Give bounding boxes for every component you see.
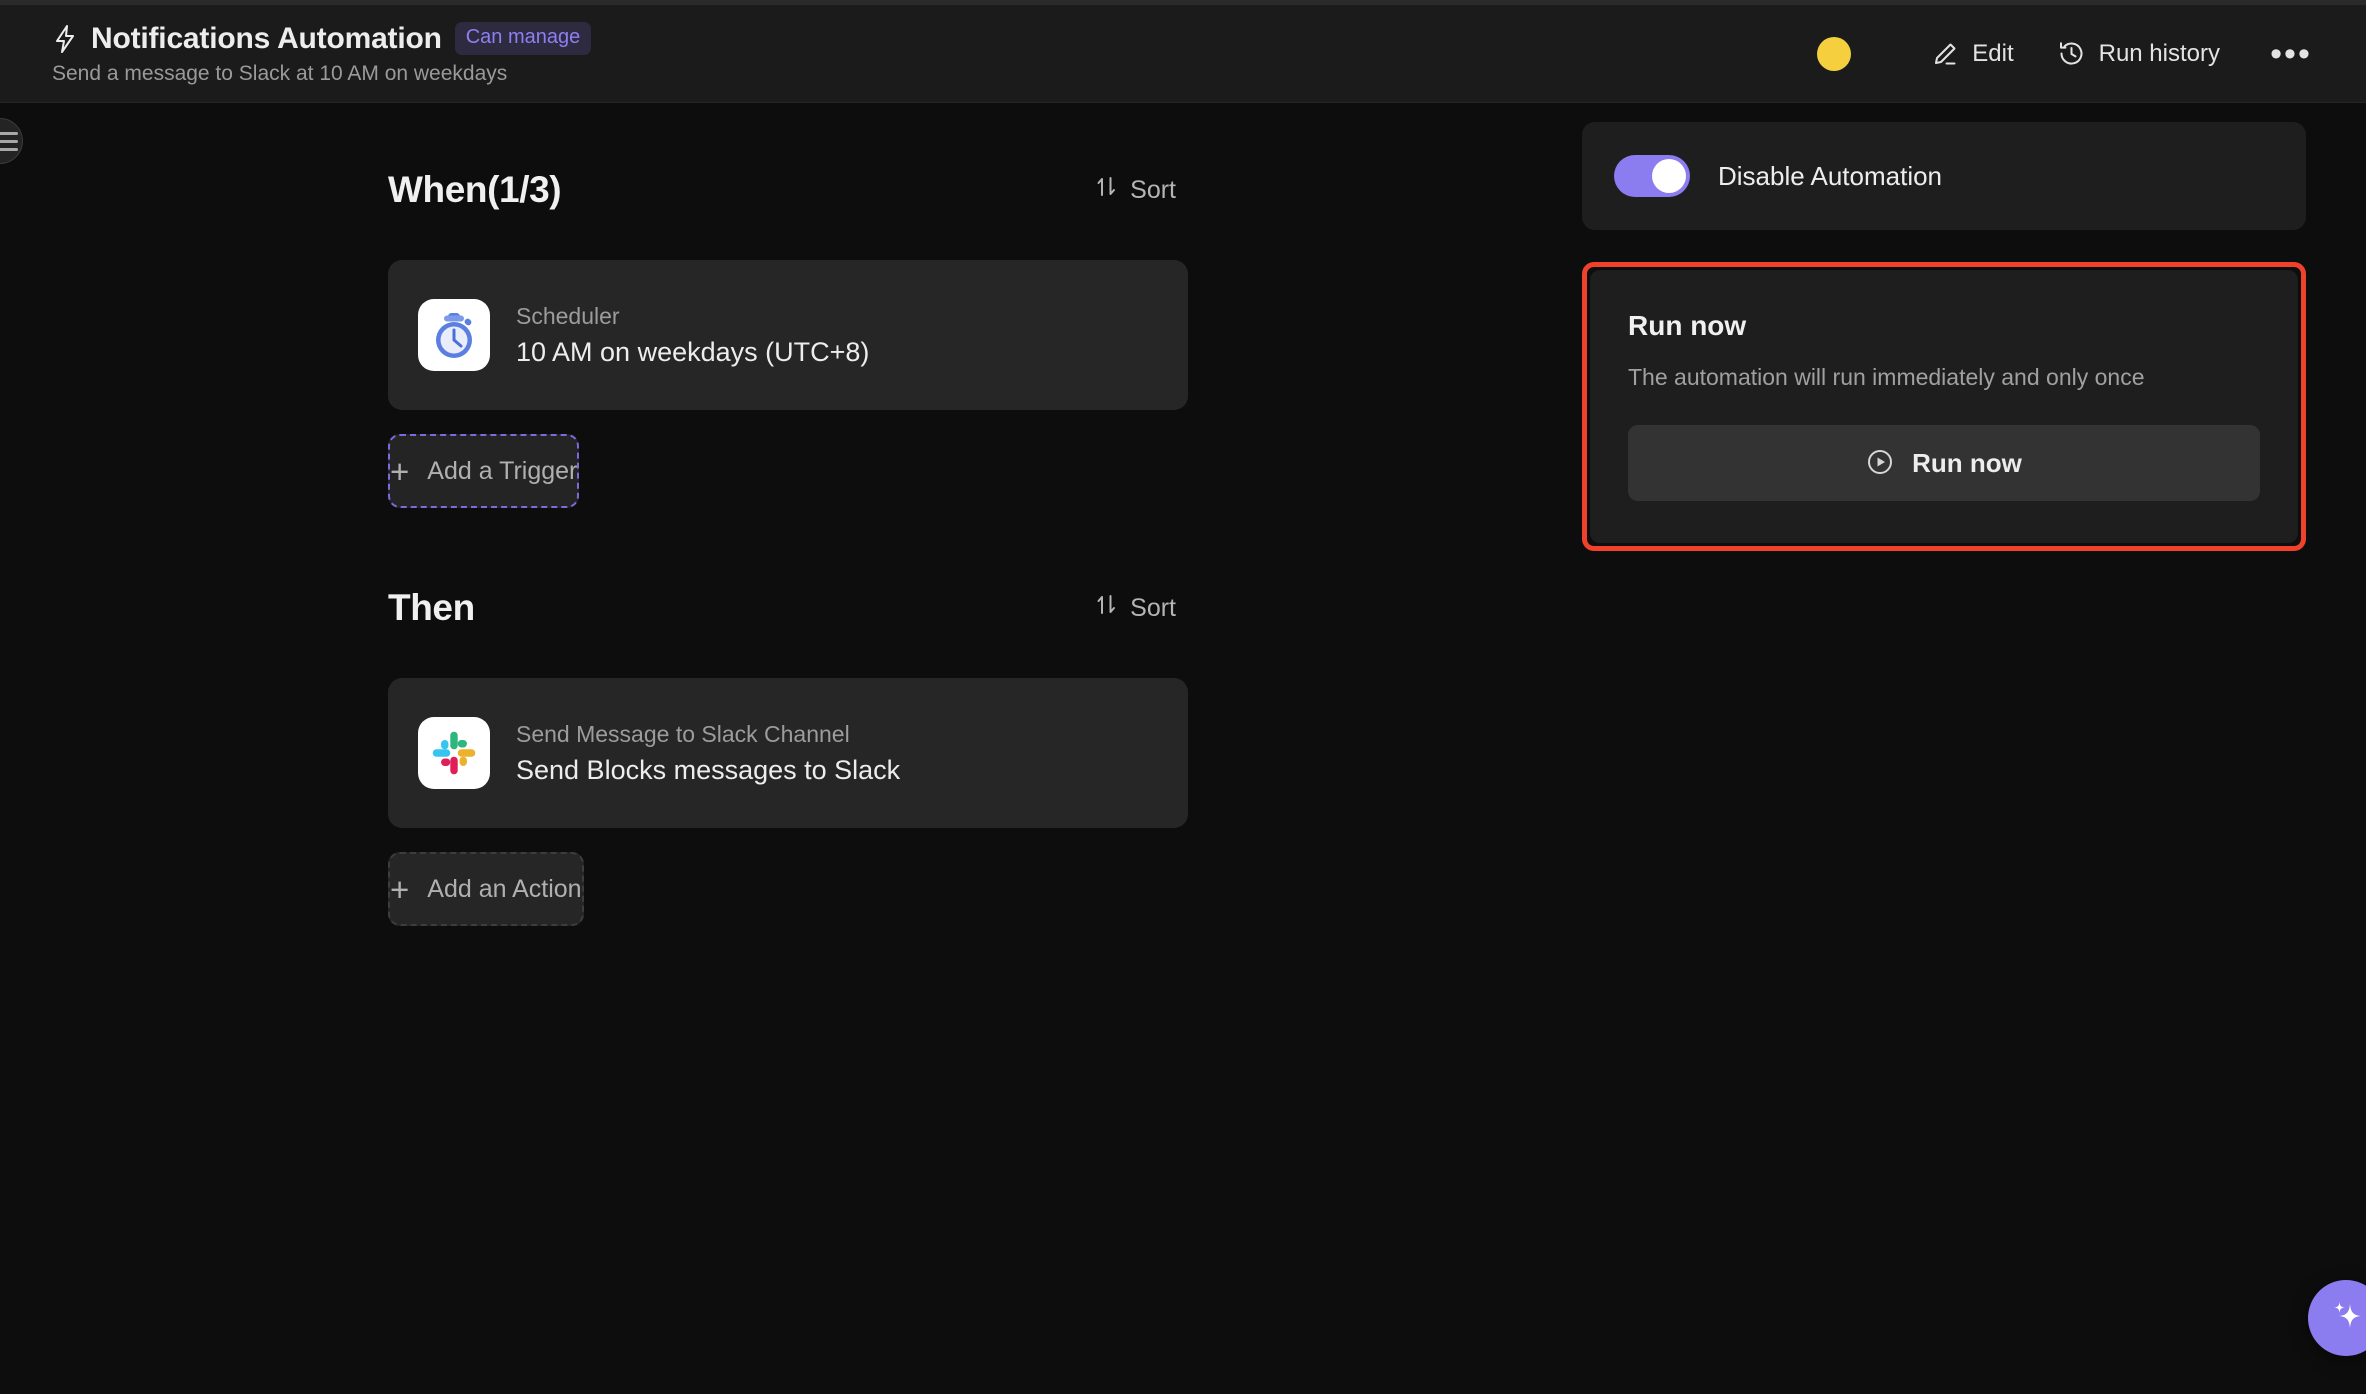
bolt-icon [52, 24, 78, 54]
title-row: Notifications Automation Can manage [52, 21, 592, 56]
more-options-icon: ••• [2270, 34, 2312, 73]
then-sort-label: Sort [1130, 593, 1176, 622]
action-app-name: Send Message to Slack Channel [516, 720, 850, 747]
then-section: Then Sort Send Message to Slack Channel … [388, 578, 1188, 926]
run-history-button-label: Run history [2098, 39, 2220, 67]
edit-button[interactable]: Edit [1909, 30, 2035, 78]
then-section-title: Then [388, 587, 475, 628]
stopwatch-icon [418, 299, 490, 371]
status-indicator-dot[interactable] [1817, 36, 1852, 71]
disable-automation-toggle[interactable] [1614, 155, 1690, 197]
toggle-knob [1652, 159, 1686, 193]
ai-assistant-button[interactable] [2308, 1280, 2366, 1356]
more-options-button[interactable]: ••• [2264, 30, 2318, 78]
play-circle-icon [1866, 448, 1894, 479]
sort-arrows-icon [1094, 592, 1119, 624]
sort-arrows-icon [1094, 174, 1119, 206]
plus-icon: + [390, 870, 410, 908]
page-subtitle: Send a message to Slack at 10 AM on week… [52, 61, 508, 85]
sparkle-icon [2325, 1295, 2366, 1342]
when-sort-button[interactable]: Sort [1084, 168, 1186, 212]
plus-icon: + [390, 452, 410, 490]
run-now-title: Run now [1628, 310, 1747, 341]
action-description: Send Blocks messages to Slack [516, 754, 901, 785]
when-section: When(1/3) Sort Scheduler 10 AM on weekda… [388, 160, 1188, 508]
header-actions: Edit Run history ••• [1817, 30, 2318, 78]
when-sort-label: Sort [1130, 175, 1176, 204]
then-section-header: Then Sort [388, 578, 1188, 638]
page-header: Notifications Automation Can manage Send… [0, 5, 2366, 103]
trigger-description: 10 AM on weekdays (UTC+8) [516, 336, 870, 367]
run-now-highlight-box: Run now The automation will run immediat… [1582, 262, 2306, 551]
automation-flow-column: When(1/3) Sort Scheduler 10 AM on weekda… [388, 160, 1188, 926]
run-now-description: The automation will run immediately and … [1628, 364, 2145, 390]
permission-badge: Can manage [454, 22, 592, 55]
run-now-button-label: Run now [1912, 447, 2022, 478]
disable-automation-card: Disable Automation [1582, 122, 2306, 230]
page-title: Notifications Automation [91, 21, 442, 55]
edit-button-label: Edit [1972, 39, 2014, 67]
action-node-card[interactable]: Send Message to Slack Channel Send Block… [388, 678, 1188, 828]
right-settings-panel: Disable Automation Run now The automatio… [1582, 122, 2306, 551]
add-action-label: Add an Action [427, 874, 582, 903]
then-sort-button[interactable]: Sort [1084, 586, 1186, 630]
slack-icon [418, 717, 490, 789]
run-history-button[interactable]: Run history [2036, 30, 2242, 78]
hamburger-icon-line [0, 139, 18, 143]
trigger-node-text: Scheduler 10 AM on weekdays (UTC+8) [516, 303, 869, 368]
add-trigger-label: Add a Trigger [427, 456, 578, 485]
run-now-card: Run now The automation will run immediat… [1590, 270, 2298, 543]
hamburger-icon-line [0, 131, 18, 135]
history-clock-icon [2058, 40, 2085, 67]
trigger-node-card[interactable]: Scheduler 10 AM on weekdays (UTC+8) [388, 260, 1188, 410]
action-node-text: Send Message to Slack Channel Send Block… [516, 721, 900, 786]
disable-automation-label: Disable Automation [1718, 160, 1943, 191]
automation-detail-page: Notifications Automation Can manage Send… [0, 0, 2366, 1394]
add-trigger-button[interactable]: + Add a Trigger [388, 434, 580, 508]
header-left-group: Notifications Automation Can manage Send… [52, 21, 592, 86]
sidebar-toggle-button[interactable] [0, 118, 23, 164]
when-section-header: When(1/3) Sort [388, 160, 1188, 220]
when-section-title: When(1/3) [388, 169, 562, 210]
pencil-icon [1931, 40, 1958, 67]
run-now-button[interactable]: Run now [1628, 425, 2260, 501]
hamburger-icon-line [0, 147, 18, 151]
add-action-button[interactable]: + Add an Action [388, 852, 584, 926]
trigger-app-name: Scheduler [516, 302, 620, 329]
